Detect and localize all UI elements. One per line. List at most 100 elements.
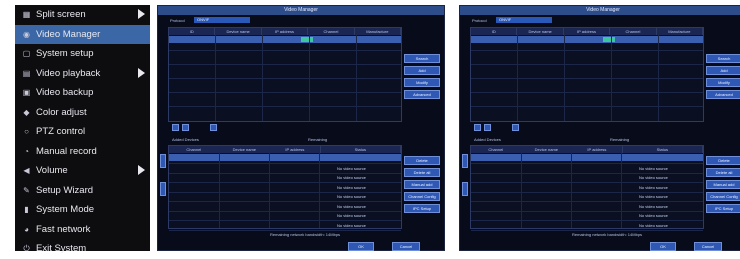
col-id: ID <box>471 28 518 35</box>
channel-config-button[interactable]: Channel Config <box>706 192 740 201</box>
remaining-label: Remaining <box>610 137 630 142</box>
modify-button[interactable]: Modify <box>404 78 440 87</box>
scroll-tab[interactable] <box>462 154 468 168</box>
menu-item-label: Color adjust <box>36 106 87 118</box>
scroll-tab[interactable] <box>160 154 166 168</box>
page-next-button[interactable] <box>210 124 217 131</box>
menu-item-ptz-control[interactable]: ○ PTZ control <box>15 122 150 142</box>
added-devices-label: Added Devices <box>474 137 501 142</box>
col-status: Status <box>321 146 401 153</box>
document-icon: ▮ <box>24 205 29 215</box>
added-table-header: Channel Device name IP address Status <box>471 146 703 153</box>
page-first-button[interactable] <box>172 124 179 131</box>
status-text: No video source <box>639 194 668 199</box>
status-text: No video source <box>639 165 668 171</box>
table-row[interactable] <box>169 36 401 43</box>
add-button[interactable]: Add <box>706 66 740 75</box>
delete-all-button[interactable]: Delete all <box>404 168 440 177</box>
col-channel: Channel <box>610 28 657 35</box>
record-icon: ◔ <box>24 146 29 156</box>
delete-all-button[interactable]: Delete all <box>706 168 740 177</box>
status-text: No video source <box>639 175 668 180</box>
delete-button[interactable]: Delete <box>404 156 440 165</box>
menu-item-system-mode[interactable]: ▮ System Mode <box>15 200 150 220</box>
manual-add-button[interactable]: Manual add <box>404 180 440 189</box>
menu-item-label: Volume <box>36 165 68 177</box>
manual-add-button[interactable]: Manual add <box>706 180 740 189</box>
protocol-label: Protocol <box>170 18 185 23</box>
page-first-button[interactable] <box>474 124 481 131</box>
network-icon: ◕ <box>24 224 29 234</box>
advanced-button[interactable]: Advanced <box>404 90 440 99</box>
menu-item-label: Video playback <box>36 67 101 79</box>
search-button[interactable]: Search <box>706 54 740 63</box>
modify-button[interactable]: Modify <box>706 78 740 87</box>
ipc-setup-button[interactable]: IPC Setup <box>706 204 740 213</box>
menu-item-volume[interactable]: ◀ Volume <box>15 161 150 181</box>
page-next-button[interactable] <box>512 124 519 131</box>
ok-button[interactable]: OK <box>650 242 676 251</box>
col-ip-address: IP address <box>564 28 611 35</box>
bandwidth-text: Remaining network bandwidth: 14Mbps <box>270 232 341 237</box>
menu-item-manual-record[interactable]: ◔ Manual record <box>15 142 150 162</box>
cancel-button[interactable]: Cancel <box>694 242 722 251</box>
col-channel: Channel <box>308 28 355 35</box>
backup-icon: ▣ <box>22 88 31 98</box>
menu-item-color-adjust[interactable]: ◆ Color adjust <box>15 103 150 123</box>
delete-button[interactable]: Delete <box>706 156 740 165</box>
scroll-tab[interactable] <box>160 182 166 196</box>
status-text: No video source <box>337 203 366 209</box>
menu-item-label: Video Manager <box>36 28 101 40</box>
search-button[interactable]: Search <box>404 54 440 63</box>
menu-item-setup-wizard[interactable]: ✎ Setup Wizard <box>15 181 150 201</box>
submenu-arrow-icon <box>138 165 145 175</box>
col-id: ID <box>169 28 216 35</box>
page-prev-button[interactable] <box>182 124 189 131</box>
palette-icon: ◆ <box>23 107 30 117</box>
advanced-button[interactable]: Advanced <box>706 90 740 99</box>
menu-item-label: System Mode <box>36 204 95 216</box>
menu-item-split-screen[interactable]: ▦ Split screen <box>15 5 150 25</box>
menu-item-video-playback[interactable]: ▤ Video playback <box>15 64 150 84</box>
video-manager-dialog-2: Video Manager Protocol ONVIF ID Device n… <box>459 5 740 251</box>
table-row[interactable] <box>471 154 703 161</box>
added-devices-label: Added Devices <box>172 137 199 142</box>
menu-item-label: Exit System <box>36 243 87 255</box>
video-manager-dialog-1: Video Manager Protocol ONVIF ID Device n… <box>157 5 445 251</box>
menu-item-label: Setup Wizard <box>36 184 94 196</box>
status-text: No video source <box>639 213 668 218</box>
add-button[interactable]: Add <box>404 66 440 75</box>
settings-square-icon: ▢ <box>22 49 31 59</box>
menu-item-video-backup[interactable]: ▣ Video backup <box>15 83 150 103</box>
main-menu: ▦ Split screen ◉ Video Manager ▢ System setup… <box>15 5 150 255</box>
ok-button[interactable]: OK <box>348 242 374 251</box>
submenu-arrow-icon <box>138 9 145 19</box>
col-channel: Channel <box>169 146 220 153</box>
menu-item-video-manager[interactable]: ◉ Video Manager <box>15 24 150 44</box>
search-result-table: ID Device name IP address Channel Manufa… <box>168 27 402 122</box>
cancel-button[interactable]: Cancel <box>392 242 420 251</box>
status-text: No video source <box>639 203 668 209</box>
col-ip-address: IP address <box>262 28 309 35</box>
channel-config-button[interactable]: Channel Config <box>404 192 440 201</box>
ptz-icon: ○ <box>24 127 29 137</box>
added-table-header: Channel Device name IP address Status <box>169 146 401 153</box>
menu-item-system-setup[interactable]: ▢ System setup <box>15 44 150 64</box>
col-device-name: Device name <box>215 28 262 35</box>
status-text: No video source <box>639 184 668 190</box>
status-text: No video source <box>337 175 366 180</box>
submenu-arrow-icon <box>138 67 145 78</box>
wand-icon: ✎ <box>23 185 30 195</box>
table-row[interactable] <box>169 154 401 161</box>
protocol-select[interactable]: ONVIF <box>496 17 552 23</box>
ipc-setup-button[interactable]: IPC Setup <box>404 204 440 213</box>
protocol-label: Protocol <box>472 18 487 23</box>
menu-item-fast-network[interactable]: ◕ Fast network <box>15 220 150 240</box>
menu-item-label: Split screen <box>36 9 86 21</box>
table-row[interactable] <box>471 36 703 43</box>
col-status: Status <box>623 146 703 153</box>
protocol-select[interactable]: ONVIF <box>194 17 250 23</box>
page-prev-button[interactable] <box>484 124 491 131</box>
scroll-tab[interactable] <box>462 182 468 196</box>
menu-item-label: PTZ control <box>36 126 86 138</box>
